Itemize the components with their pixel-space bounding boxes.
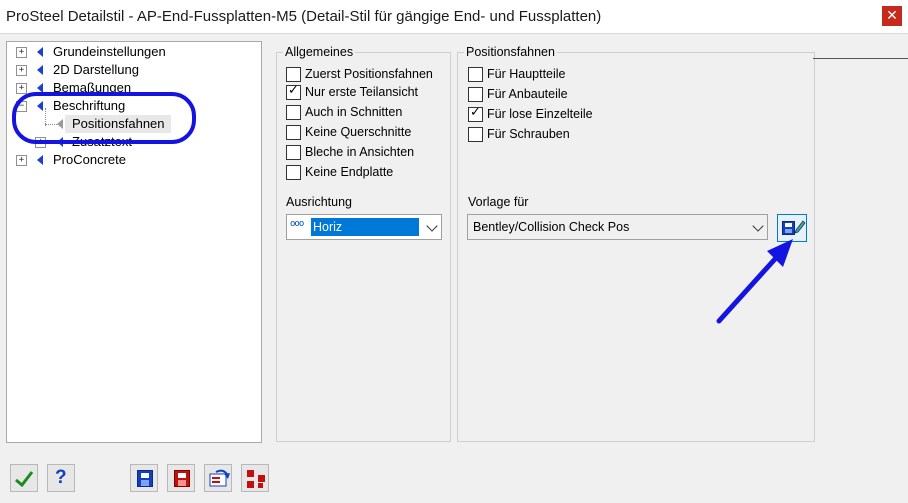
ausrichtung-value: Horiz [311, 218, 419, 236]
ausrichtung-label: Ausrichtung [286, 195, 353, 209]
close-icon: ✕ [886, 8, 898, 24]
group-title-positionsfahnen: Positionsfahnen [464, 45, 557, 59]
hierarchy-icon [247, 470, 265, 488]
checkbox-box[interactable] [286, 125, 301, 140]
save-button[interactable] [130, 464, 158, 492]
triangle-icon [37, 65, 43, 75]
chevron-down-icon[interactable] [752, 220, 764, 232]
tree-item-label: Grundeinstellungen [53, 44, 166, 59]
checkbox-box[interactable] [286, 165, 301, 180]
tree-item-proconcrete[interactable]: + ProConcrete [7, 151, 257, 169]
checkbox-label: Keine Endplatte [305, 165, 394, 179]
tree-item-label: ProConcrete [53, 152, 126, 167]
pencil-icon [794, 220, 806, 234]
checkmark-icon: ✓ [470, 105, 481, 120]
structure-button[interactable] [241, 464, 269, 492]
checkbox-label: Nur erste Teilansicht [305, 85, 419, 99]
help-button[interactable]: ? [47, 464, 75, 492]
tree-item-grundeinstellungen[interactable]: + Grundeinstellungen [7, 43, 257, 61]
import-icon [209, 469, 230, 487]
checkbox-box[interactable] [286, 67, 301, 82]
checkbox-box[interactable] [468, 127, 483, 142]
tree-item-2d-darstellung[interactable]: + 2D Darstellung [7, 61, 257, 79]
checkbox-box[interactable]: ✓ [468, 105, 483, 122]
checkbox-label: Keine Querschnitte [305, 125, 412, 139]
close-button[interactable]: ✕ [882, 6, 902, 26]
checkbox-box[interactable] [286, 145, 301, 160]
group-title-allgemeines: Allgemeines [283, 45, 356, 59]
window-title: ProSteel Detailstil - AP-End-Fussplatten… [6, 8, 602, 25]
vorlage-label: Vorlage für [468, 195, 529, 209]
vorlage-value: Bentley/Collision Check Pos [473, 220, 630, 234]
checkbox-label: Zuerst Positionsfahnen [305, 67, 433, 81]
checkmark-icon [15, 471, 34, 487]
checkbox-box[interactable] [468, 67, 483, 82]
help-icon: ? [55, 467, 67, 488]
checkbox-box[interactable] [468, 87, 483, 102]
checkbox-label: Für Schrauben [487, 127, 570, 141]
triangle-icon [37, 47, 43, 57]
tree-item-label: 2D Darstellung [53, 62, 139, 77]
checkbox-label: Bleche in Ansichten [305, 145, 415, 159]
save-as-icon [174, 470, 190, 487]
expand-icon[interactable]: + [16, 47, 27, 58]
checkbox-label: Für lose Einzelteile [487, 107, 593, 121]
expand-icon[interactable]: + [16, 83, 27, 94]
checkbox-label: Auch in Schnitten [305, 105, 403, 119]
checkmark-icon: ✓ [288, 83, 299, 98]
horizontal-align-icon: ooo [290, 219, 304, 229]
save-as-button[interactable] [167, 464, 195, 492]
checkbox-label: Für Hauptteile [487, 67, 566, 81]
chevron-down-icon[interactable] [426, 220, 438, 232]
ausrichtung-select[interactable]: ooo Horiz [286, 214, 442, 240]
load-button[interactable] [204, 464, 232, 492]
divider-line [813, 58, 908, 59]
checkbox-label: Für Anbauteile [487, 87, 568, 101]
expand-icon[interactable]: + [16, 155, 27, 166]
title-bar: ProSteel Detailstil - AP-End-Fussplatten… [0, 0, 908, 34]
annotation-oval [12, 92, 196, 144]
annotation-arrow [716, 239, 793, 324]
triangle-icon [37, 155, 43, 165]
save-icon [137, 470, 153, 487]
ok-button[interactable] [10, 464, 38, 492]
expand-icon[interactable]: + [16, 65, 27, 76]
checkbox-box[interactable]: ✓ [286, 83, 301, 100]
checkbox-box[interactable] [286, 105, 301, 120]
